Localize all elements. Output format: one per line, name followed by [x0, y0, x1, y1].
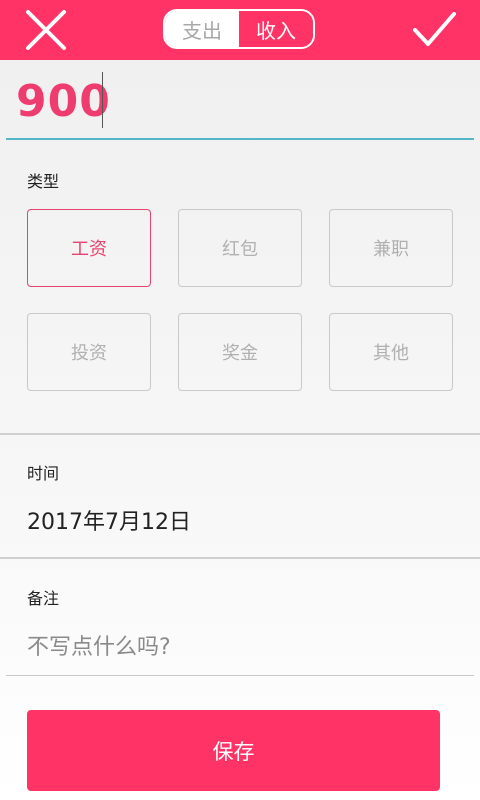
expense-income-toggle: 支出 收入 [163, 9, 315, 49]
category-other-button[interactable]: 其他 [329, 313, 453, 391]
close-icon [26, 10, 66, 50]
amount-value: 900 [16, 76, 111, 127]
category-salary-button[interactable]: 工资 [27, 209, 151, 287]
category-investment-button[interactable]: 投资 [27, 313, 151, 391]
add-income-screen: 支出 收入 900 类型 工资 红包 兼职 投资 奖金 其他 时间 2017年7… [0, 0, 480, 800]
note-input[interactable] [6, 620, 474, 676]
check-icon [413, 12, 456, 46]
save-button[interactable]: 保存 [27, 710, 440, 791]
top-bar: 支出 收入 [0, 0, 480, 60]
tab-expense[interactable]: 支出 [165, 11, 239, 47]
category-bonus-button[interactable]: 奖金 [178, 313, 302, 391]
date-picker[interactable]: 2017年7月12日 [27, 504, 191, 536]
amount-field[interactable]: 900 [6, 64, 474, 140]
time-section-label: 时间 [27, 464, 60, 483]
text-cursor [102, 72, 103, 128]
confirm-button[interactable] [410, 8, 458, 52]
type-section-label: 类型 [27, 172, 60, 191]
category-part-time-button[interactable]: 兼职 [329, 209, 453, 287]
section-divider [0, 433, 480, 435]
section-divider [0, 557, 480, 559]
tab-income[interactable]: 收入 [239, 11, 313, 47]
note-section-label: 备注 [27, 589, 60, 608]
close-button[interactable] [22, 8, 70, 52]
category-red-packet-button[interactable]: 红包 [178, 209, 302, 287]
